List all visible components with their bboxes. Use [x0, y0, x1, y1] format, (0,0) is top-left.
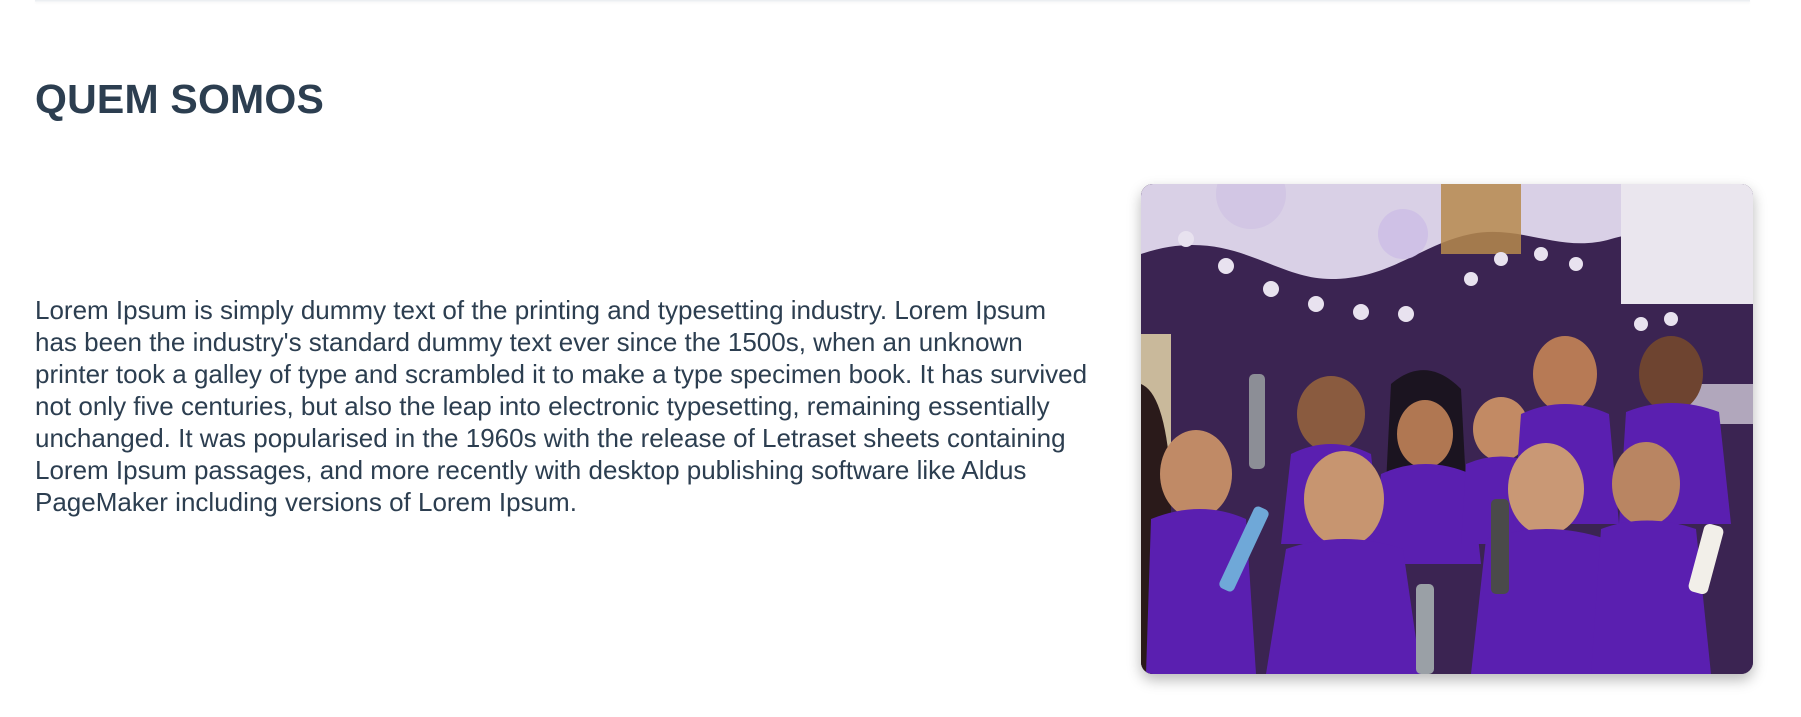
team-photo	[1141, 184, 1753, 674]
top-divider	[35, 0, 1750, 2]
about-paragraph: Lorem Ipsum is simply dummy text of the …	[35, 295, 1088, 517]
section-title: QUEM SOMOS	[35, 76, 325, 122]
team-photo-illustration	[1141, 184, 1753, 674]
